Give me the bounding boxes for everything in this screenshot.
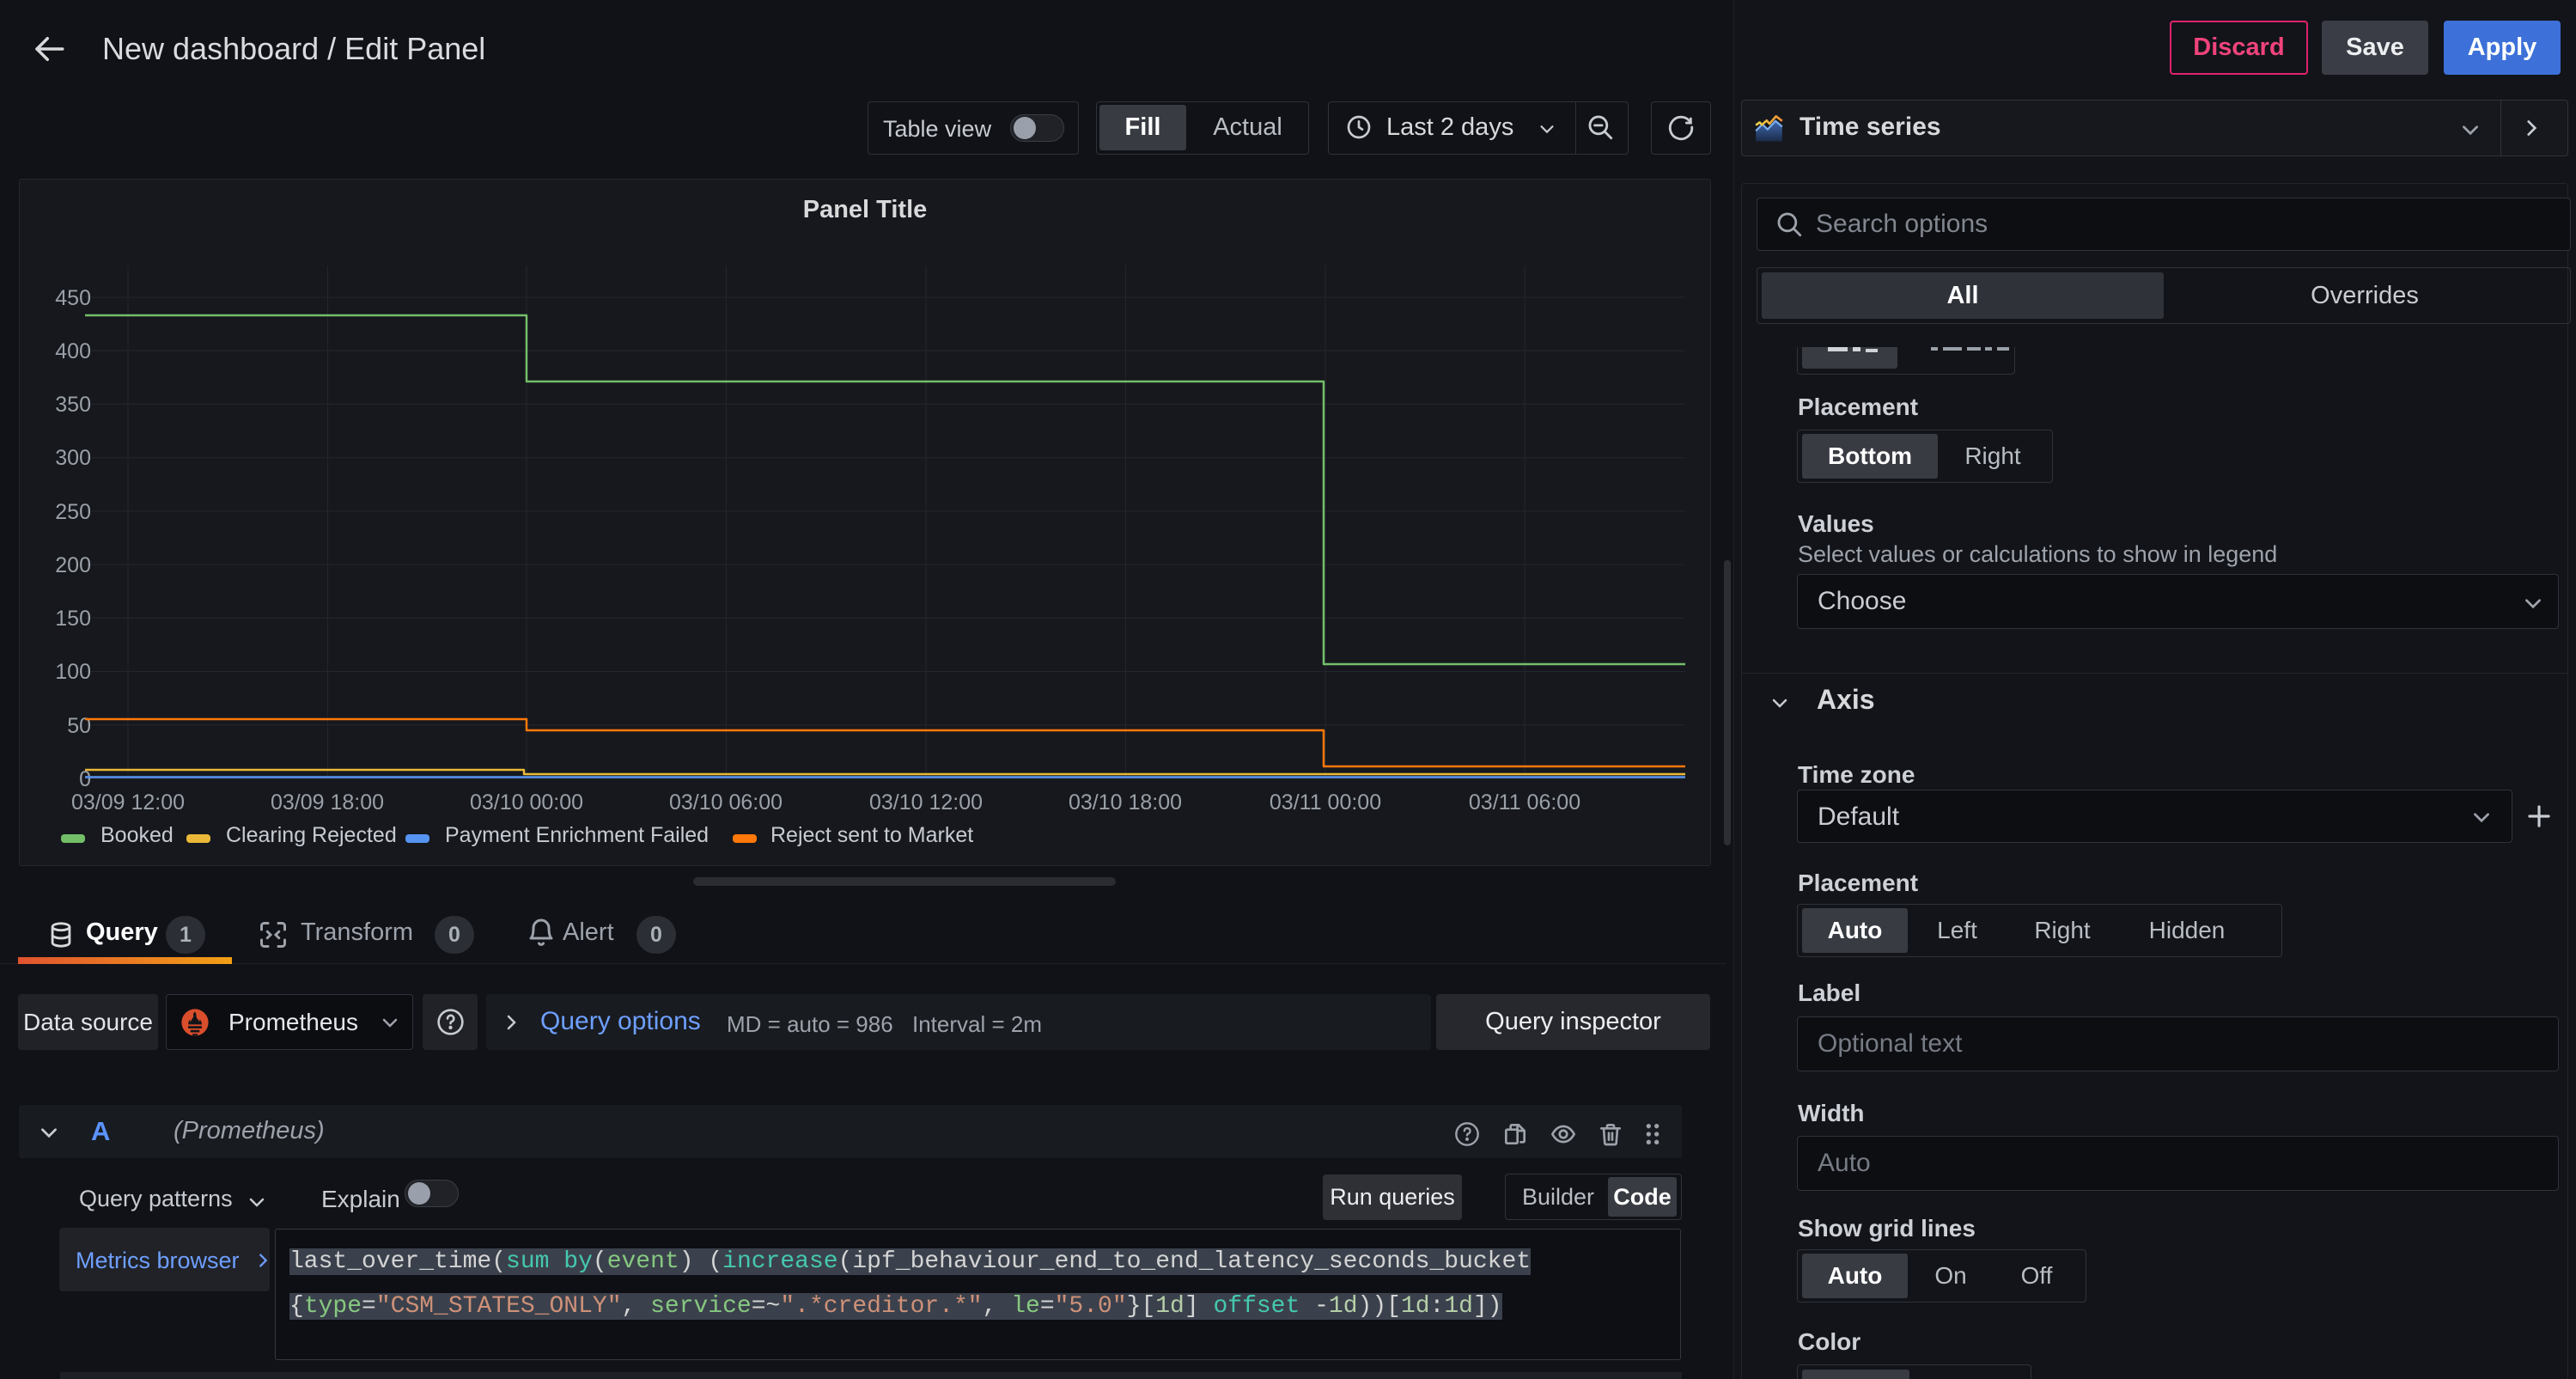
- svg-text:03/11 00:00: 03/11 00:00: [1270, 790, 1381, 815]
- svg-text:350: 350: [55, 393, 91, 417]
- svg-text:50: 50: [67, 714, 91, 738]
- svg-text:400: 400: [55, 339, 91, 363]
- svg-text:250: 250: [55, 500, 91, 524]
- svg-text:03/11 06:00: 03/11 06:00: [1469, 790, 1580, 815]
- svg-text:300: 300: [55, 446, 91, 470]
- svg-text:03/10 06:00: 03/10 06:00: [669, 790, 783, 815]
- svg-text:03/10 00:00: 03/10 00:00: [470, 790, 583, 815]
- svg-text:03/09 18:00: 03/09 18:00: [271, 790, 384, 815]
- svg-text:03/10 12:00: 03/10 12:00: [869, 790, 983, 815]
- svg-text:03/10 18:00: 03/10 18:00: [1069, 790, 1182, 815]
- svg-text:150: 150: [55, 607, 91, 631]
- svg-text:03/09 12:00: 03/09 12:00: [71, 790, 185, 815]
- svg-text:450: 450: [55, 286, 91, 310]
- svg-text:100: 100: [55, 660, 91, 684]
- svg-text:200: 200: [55, 553, 91, 577]
